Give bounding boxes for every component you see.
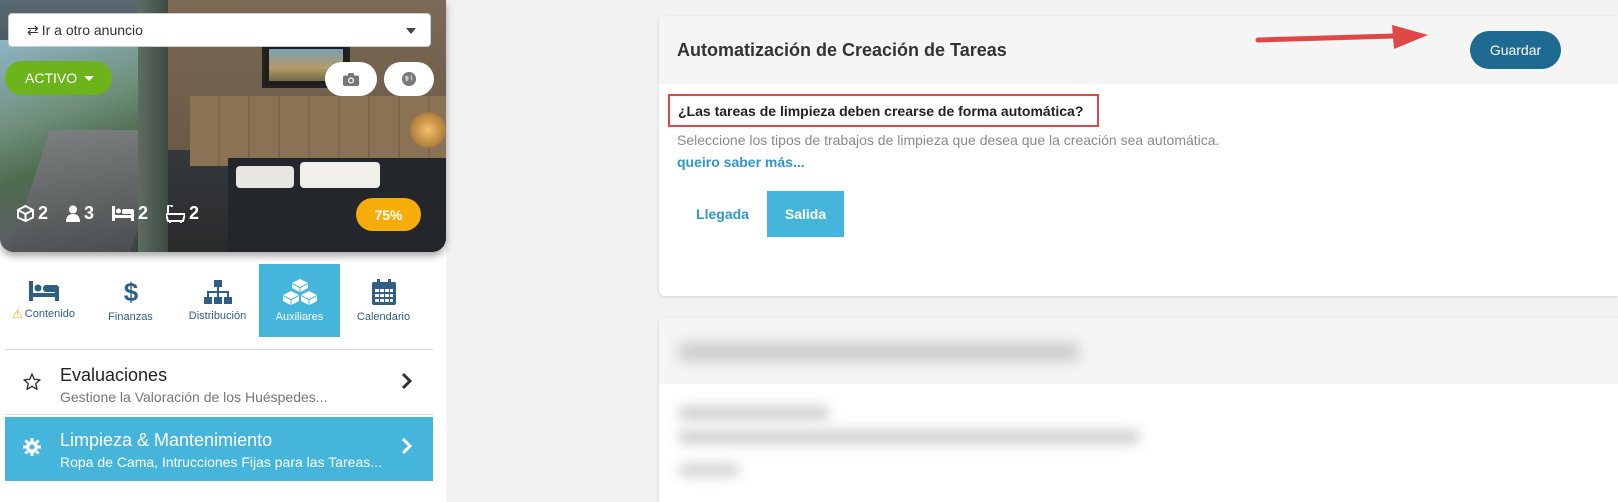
gear-icon <box>23 438 41 456</box>
chevron-down-icon <box>406 28 416 34</box>
menu-item-limpieza[interactable]: Limpieza & Mantenimiento Ropa de Cama, I… <box>5 417 433 481</box>
bed-icon <box>28 280 59 301</box>
beds-count: 2 <box>138 203 149 223</box>
option-salida[interactable]: Salida <box>767 191 844 237</box>
menu-item-subtitle: Ropa de Cama, Intrucciones Fijas para la… <box>60 454 382 470</box>
cube-icon <box>17 205 34 222</box>
tab-finanzas[interactable]: $ Finanzas <box>87 264 174 337</box>
bath-icon <box>166 204 186 223</box>
beds-stat: 2 <box>112 203 148 224</box>
sitemap-icon <box>203 279 232 304</box>
svg-text:$: $ <box>123 279 138 305</box>
rooms-stat: 2 <box>17 203 48 224</box>
tab-distribucion-label: Distribución <box>188 309 247 322</box>
tab-contenido[interactable]: ⚠ Contenido <box>0 264 87 337</box>
card-title: Automatización de Creación de Tareas <box>677 40 1007 60</box>
auto-create-description: Seleccione los tipos de trabajos de limp… <box>677 132 1220 148</box>
rooms-count: 2 <box>38 203 49 223</box>
swap-icon: ⇄ <box>27 21 39 38</box>
status-label: ACTIVO <box>25 70 78 86</box>
baths-stat: 2 <box>166 203 199 224</box>
cubes-icon <box>282 278 317 305</box>
option-llegada[interactable]: Llegada <box>684 191 761 237</box>
baths-count: 2 <box>189 203 200 223</box>
caret-down-icon <box>84 75 95 81</box>
camera-icon <box>343 72 359 86</box>
menu-item-title: Evaluaciones <box>60 365 168 385</box>
listing-stats: 2 3 2 2 <box>17 203 217 224</box>
listing-photo: ⇄ Ir a otro anuncio ACTIVO 2 3 2 2 75% <box>0 0 446 252</box>
listing-selector[interactable]: ⇄ Ir a otro anuncio <box>8 13 431 47</box>
globe-icon <box>402 72 416 86</box>
tab-auxiliares-label: Auxiliares <box>275 310 324 323</box>
tab-calendario-label: Calendario <box>356 310 411 323</box>
guests-stat: 3 <box>66 203 94 224</box>
calendar-icon <box>371 278 396 305</box>
annotation-arrow-icon <box>1255 25 1428 49</box>
chevron-right-icon <box>401 372 413 390</box>
photos-button[interactable] <box>325 62 377 96</box>
tab-finanzas-label: Finanzas <box>108 310 153 323</box>
warning-icon: ⚠ <box>12 306 23 321</box>
guests-count: 3 <box>84 203 95 223</box>
web-button[interactable] <box>384 62 434 96</box>
user-icon <box>66 205 81 222</box>
completion-badge[interactable]: 75% <box>356 198 421 231</box>
star-icon <box>23 373 41 390</box>
learn-more-link[interactable]: queiro saber más... <box>677 154 805 170</box>
menu-item-subtitle: Gestione la Valoración de los Huéspedes.… <box>60 389 328 405</box>
status-dropdown[interactable]: ACTIVO <box>5 61 112 95</box>
auto-create-question: ¿Las tareas de limpieza deben crearse de… <box>668 94 1100 127</box>
menu-item-evaluaciones[interactable]: Evaluaciones Gestione la Valoración de l… <box>5 352 433 416</box>
save-button[interactable]: Guardar <box>1470 31 1561 69</box>
divider <box>5 414 433 415</box>
menu-item-title: Limpieza & Mantenimiento <box>60 430 273 450</box>
dollar-icon: $ <box>123 279 138 305</box>
listing-sidebar: ⇄ Ir a otro anuncio ACTIVO 2 3 2 2 75% ⚠… <box>0 0 446 502</box>
tab-auxiliares[interactable]: Auxiliares <box>259 264 340 337</box>
tab-calendario[interactable]: Calendario <box>340 264 427 337</box>
tab-distribucion[interactable]: Distribución <box>174 264 261 337</box>
tab-contenido-label: Contenido <box>24 307 75 320</box>
blurred-settings-card <box>659 318 1618 502</box>
listing-selector-label: Ir a otro anuncio <box>41 22 143 38</box>
task-automation-card: Automatización de Creación de Tareas Gua… <box>659 16 1618 296</box>
section-tabs: ⚠ Contenido $ Finanzas Distribución Auxil… <box>0 264 446 338</box>
chevron-right-icon <box>401 437 413 455</box>
bed-icon <box>112 206 135 221</box>
divider <box>5 349 433 350</box>
